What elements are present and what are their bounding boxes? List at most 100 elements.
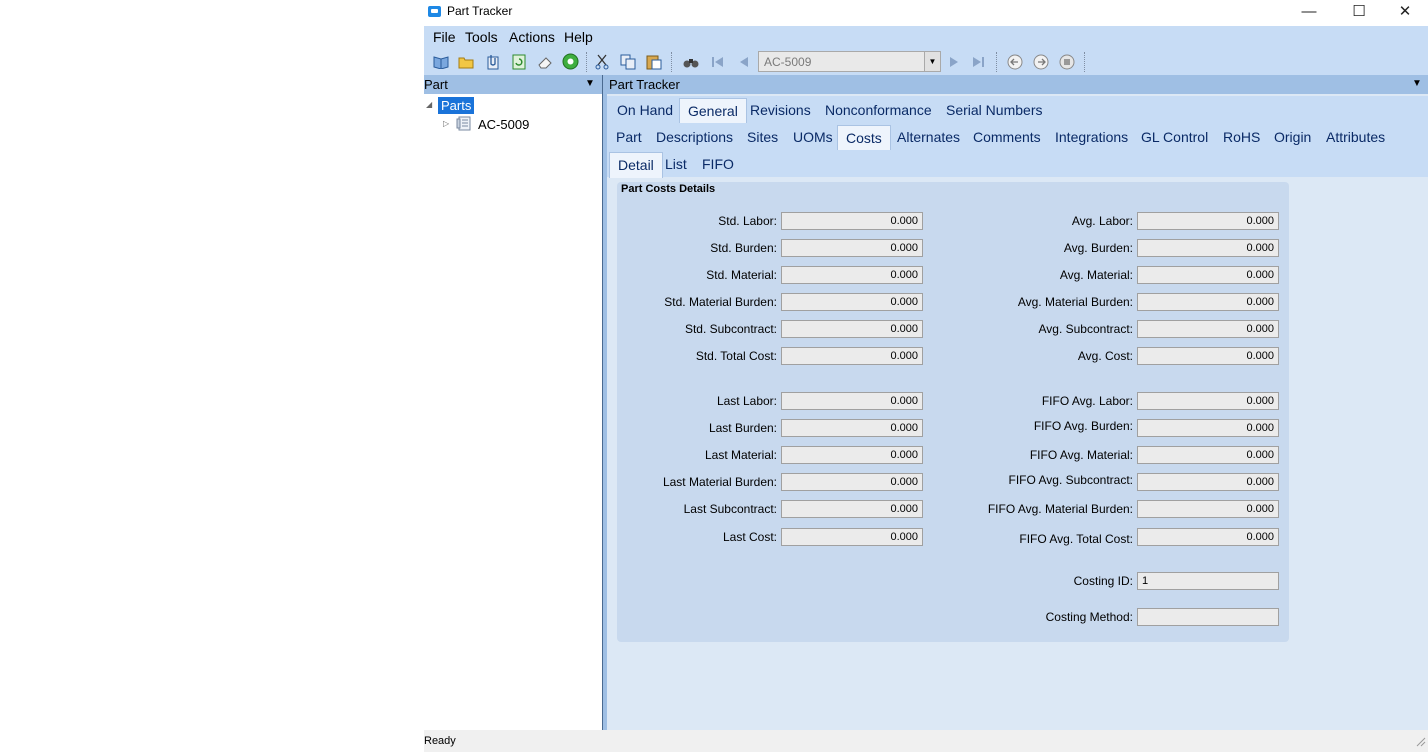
costing-id-field[interactable]: 1 xyxy=(1137,572,1279,590)
search-binoculars-icon[interactable] xyxy=(682,53,700,70)
last-material-burden-label: Last Material Burden: xyxy=(662,475,777,489)
resize-grip-icon[interactable] xyxy=(1416,735,1426,750)
tab-origin[interactable]: Origin xyxy=(1274,129,1311,145)
close-button[interactable]: ✕ xyxy=(1382,0,1428,26)
tree-expand-icon[interactable]: ▷ xyxy=(443,119,449,128)
fifo-avg-material-burden-label: FIFO Avg. Material Burden: xyxy=(987,502,1133,516)
avg-material-field[interactable]: 0.000 xyxy=(1137,266,1279,284)
open-book-icon[interactable] xyxy=(432,53,450,70)
avg-subcontract-label: Avg. Subcontract: xyxy=(1038,322,1134,336)
std-burden-field[interactable]: 0.000 xyxy=(781,239,923,257)
last-material-field[interactable]: 0.000 xyxy=(781,446,923,464)
group-title: Part Costs Details xyxy=(621,183,716,195)
avg-labor-label: Avg. Labor: xyxy=(1071,214,1133,228)
avg-cost-label: Avg. Cost: xyxy=(1077,349,1133,363)
fifo-avg-material-field[interactable]: 0.000 xyxy=(1137,446,1279,464)
menu-tools[interactable]: Tools xyxy=(465,29,498,45)
tab-comments[interactable]: Comments xyxy=(973,129,1041,145)
tree-root-parts[interactable]: Parts xyxy=(438,97,475,114)
last-labor-field[interactable]: 0.000 xyxy=(781,392,923,410)
std-total-cost-label: Std. Total Cost: xyxy=(695,349,777,363)
copy-icon[interactable] xyxy=(619,53,637,70)
part-combo-value: AC-5009 xyxy=(764,55,812,69)
fifo-avg-subcontract-field[interactable]: 0.000 xyxy=(1137,473,1279,491)
avg-subcontract-field[interactable]: 0.000 xyxy=(1137,320,1279,338)
tab-gl-control[interactable]: GL Control xyxy=(1141,129,1208,145)
back-arrow-icon[interactable] xyxy=(1006,53,1024,70)
first-record-icon[interactable] xyxy=(709,53,727,70)
std-total-cost-field[interactable]: 0.000 xyxy=(781,347,923,365)
std-material-burden-field[interactable]: 0.000 xyxy=(781,293,923,311)
status-bar: Ready xyxy=(424,730,1428,752)
tab-nonconformance[interactable]: Nonconformance xyxy=(825,102,932,118)
tab-serial-numbers[interactable]: Serial Numbers xyxy=(946,102,1042,118)
tab-sites[interactable]: Sites xyxy=(747,129,778,145)
home-icon[interactable] xyxy=(1058,53,1076,70)
pin-icon[interactable]: ▼ xyxy=(1412,78,1422,89)
tab-attributes[interactable]: Attributes xyxy=(1326,129,1385,145)
toolbar-separator xyxy=(671,52,672,72)
tab-descriptions[interactable]: Descriptions xyxy=(656,129,733,145)
last-subcontract-field[interactable]: 0.000 xyxy=(781,500,923,518)
toolbar-separator xyxy=(586,52,587,72)
menu-file[interactable]: File xyxy=(433,29,456,45)
last-cost-field[interactable]: 0.000 xyxy=(781,528,923,546)
refresh-icon[interactable] xyxy=(510,53,528,70)
avg-labor-field[interactable]: 0.000 xyxy=(1137,212,1279,230)
fifo-avg-total-cost-field[interactable]: 0.000 xyxy=(1137,528,1279,546)
previous-record-icon[interactable] xyxy=(735,53,753,70)
fifo-avg-burden-label: FIFO Avg. Burden: xyxy=(1033,419,1133,433)
tab-on-hand[interactable]: On Hand xyxy=(617,102,673,118)
std-material-burden-label: Std. Material Burden: xyxy=(664,295,777,309)
minimize-button[interactable]: — xyxy=(1286,0,1332,26)
paste-icon[interactable] xyxy=(645,53,663,70)
tab-costs[interactable]: Costs xyxy=(837,125,891,151)
general-tab-row: Part Descriptions Sites UOMs Costs Alter… xyxy=(607,123,1428,151)
forward-arrow-icon[interactable] xyxy=(1032,53,1050,70)
open-folder-icon[interactable] xyxy=(457,53,475,70)
std-labor-label: Std. Labor: xyxy=(718,214,777,228)
menu-actions[interactable]: Actions xyxy=(509,29,555,45)
avg-material-burden-field[interactable]: 0.000 xyxy=(1137,293,1279,311)
std-subcontract-field[interactable]: 0.000 xyxy=(781,320,923,338)
cut-icon[interactable] xyxy=(593,53,611,70)
maximize-button[interactable]: ☐ xyxy=(1336,0,1382,26)
tab-fifo[interactable]: FIFO xyxy=(702,156,734,172)
fifo-avg-material-burden-field[interactable]: 0.000 xyxy=(1137,500,1279,518)
tab-detail[interactable]: Detail xyxy=(609,152,663,178)
tab-alternates[interactable]: Alternates xyxy=(897,129,960,145)
avg-burden-field[interactable]: 0.000 xyxy=(1137,239,1279,257)
costing-method-field[interactable] xyxy=(1137,608,1279,626)
last-burden-field[interactable]: 0.000 xyxy=(781,419,923,437)
app-icon xyxy=(428,6,441,17)
last-record-icon[interactable] xyxy=(969,53,987,70)
next-record-icon[interactable] xyxy=(945,53,963,70)
tab-integrations[interactable]: Integrations xyxy=(1055,129,1128,145)
eraser-icon[interactable] xyxy=(536,53,554,70)
tab-general[interactable]: General xyxy=(679,98,747,124)
costing-method-label: Costing Method: xyxy=(1045,610,1133,624)
std-labor-field[interactable]: 0.000 xyxy=(781,212,923,230)
tab-uoms[interactable]: UOMs xyxy=(793,129,833,145)
pin-icon[interactable]: ▼ xyxy=(585,78,595,89)
tab-revisions[interactable]: Revisions xyxy=(750,102,811,118)
tree-item-part[interactable]: AC-5009 xyxy=(478,117,529,132)
tab-part[interactable]: Part xyxy=(616,129,642,145)
last-burden-label: Last Burden: xyxy=(708,421,777,435)
fifo-avg-burden-field[interactable]: 0.000 xyxy=(1137,419,1279,437)
std-material-field[interactable]: 0.000 xyxy=(781,266,923,284)
avg-cost-field[interactable]: 0.000 xyxy=(1137,347,1279,365)
tab-rohs[interactable]: RoHS xyxy=(1223,129,1260,145)
last-material-burden-field[interactable]: 0.000 xyxy=(781,473,923,491)
attachment-icon[interactable] xyxy=(484,53,502,70)
save-circle-icon[interactable] xyxy=(561,53,579,70)
last-cost-label: Last Cost: xyxy=(722,530,777,544)
fifo-avg-labor-field[interactable]: 0.000 xyxy=(1137,392,1279,410)
fifo-avg-labor-label: FIFO Avg. Labor: xyxy=(1041,394,1133,408)
menu-help[interactable]: Help xyxy=(564,29,593,45)
tree-collapse-icon[interactable]: ◢ xyxy=(426,100,432,109)
chevron-down-icon[interactable]: ▼ xyxy=(924,52,940,71)
tab-list[interactable]: List xyxy=(665,156,687,172)
part-selector-combo[interactable]: AC-5009 ▼ xyxy=(758,51,941,72)
part-document-icon xyxy=(456,116,472,134)
